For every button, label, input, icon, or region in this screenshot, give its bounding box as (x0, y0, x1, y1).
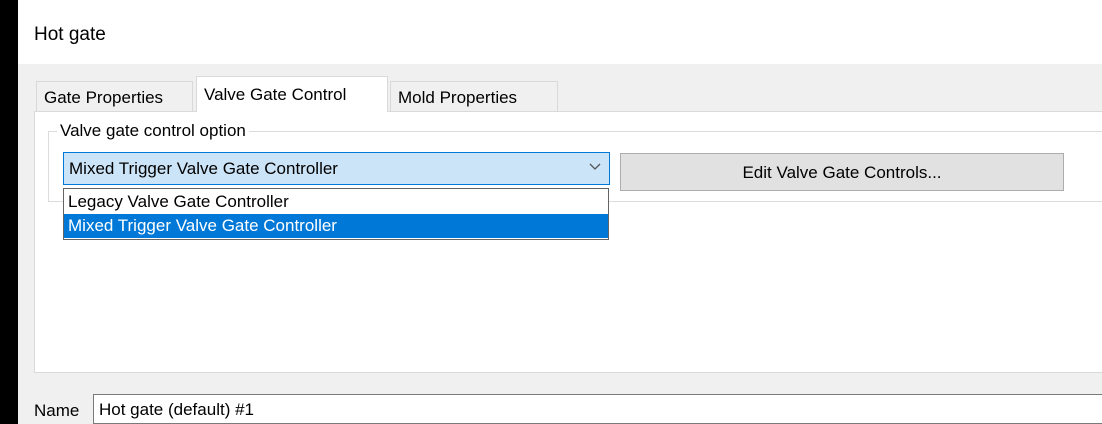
valve-gate-controller-select[interactable]: Mixed Trigger Valve Gate Controller (63, 152, 610, 185)
dialog-window: Hot gate Gate Properties Valve Gate Cont… (18, 0, 1102, 424)
tab-mold-properties[interactable]: Mold Properties (390, 81, 558, 111)
chevron-down-icon[interactable] (589, 159, 601, 174)
dropdown-option-legacy[interactable]: Legacy Valve Gate Controller (64, 190, 608, 214)
tab-gate-properties[interactable]: Gate Properties (36, 81, 193, 111)
dropdown-option-mixed-trigger[interactable]: Mixed Trigger Valve Gate Controller (64, 214, 608, 238)
name-input[interactable]: Hot gate (default) #1 (93, 394, 1102, 424)
group-label: Valve gate control option (57, 121, 249, 141)
select-value: Mixed Trigger Valve Gate Controller (69, 159, 338, 178)
dialog-body: Gate Properties Valve Gate Control Mold … (18, 64, 1102, 424)
tab-valve-gate-control[interactable]: Valve Gate Control (196, 76, 388, 112)
controller-dropdown-list: Legacy Valve Gate Controller Mixed Trigg… (63, 188, 609, 240)
tab-panel-valve-gate-control: Valve gate control option Mixed Trigger … (34, 111, 1102, 373)
window-title: Hot gate (34, 24, 106, 45)
title-bar: Hot gate (18, 0, 1102, 64)
name-label: Name (34, 401, 80, 420)
edit-valve-gate-controls-button[interactable]: Edit Valve Gate Controls... (620, 153, 1064, 191)
